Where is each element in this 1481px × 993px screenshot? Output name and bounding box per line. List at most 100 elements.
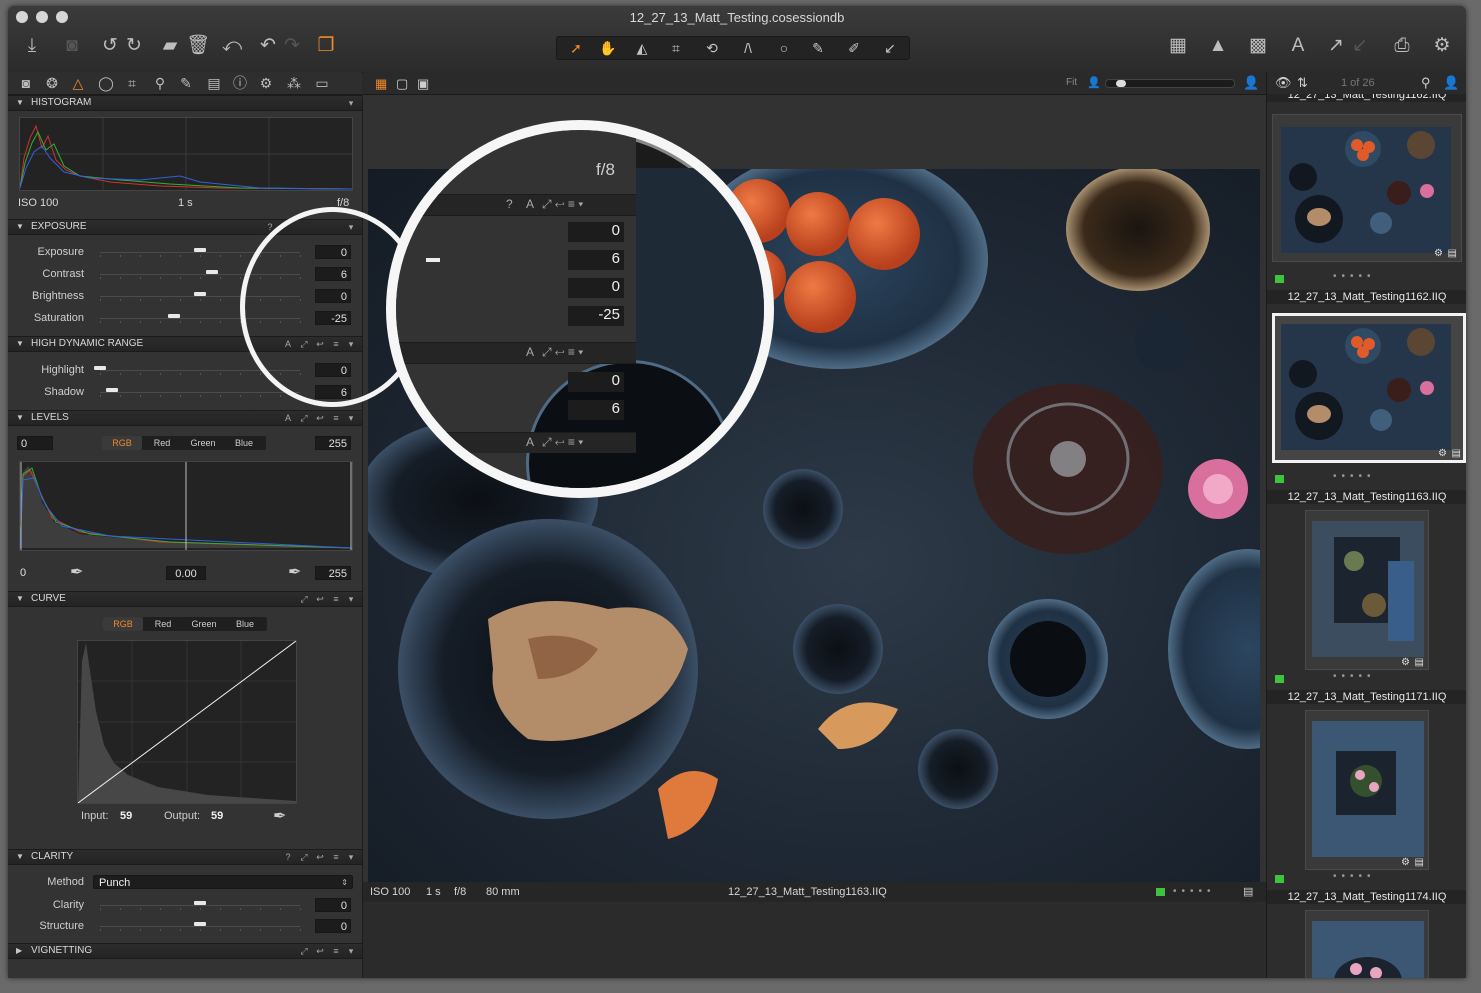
rotate-right-icon[interactable]: ↻ bbox=[122, 34, 146, 58]
clarity-slider[interactable] bbox=[100, 920, 301, 932]
search-icon[interactable]: ⚲ bbox=[1421, 75, 1431, 91]
vignetting-header[interactable]: ▶ VIGNETTING ⤢ ↩ ≡ ▾ bbox=[8, 943, 362, 959]
thumbnail-image[interactable] bbox=[1281, 127, 1451, 253]
curve-tab-green[interactable]: Green bbox=[183, 617, 225, 631]
levels-graph[interactable] bbox=[19, 461, 353, 551]
color-tab-icon[interactable]: ❂ bbox=[40, 72, 64, 94]
expand-icon[interactable]: ⤢ bbox=[298, 850, 310, 864]
thumb-color-tag[interactable] bbox=[1275, 675, 1284, 683]
expand-triangle-icon[interactable]: ▶ bbox=[16, 944, 22, 958]
stack-icon[interactable]: ❐ bbox=[314, 34, 338, 58]
curve-picker-icon[interactable]: ✒ bbox=[273, 806, 286, 826]
levels-midpoint[interactable]: 0.00 bbox=[166, 566, 206, 580]
thumbnail-card[interactable]: ⚙ ▤ bbox=[1272, 114, 1462, 262]
thumb-color-tag[interactable] bbox=[1275, 475, 1284, 483]
hdr-slider[interactable] bbox=[100, 386, 301, 398]
section-menu-icon[interactable]: ▾ bbox=[345, 96, 357, 110]
slider-thumb[interactable] bbox=[194, 901, 206, 905]
text-icon[interactable]: A bbox=[1286, 34, 1310, 58]
thumb-rating-dots[interactable]: ••••• bbox=[1333, 871, 1376, 882]
rating-dots[interactable]: ••••• bbox=[1173, 882, 1216, 902]
thumb-rating-dots[interactable]: ••••• bbox=[1333, 271, 1376, 282]
section-menu-icon[interactable]: ▾ bbox=[345, 592, 357, 606]
thumb-color-tag[interactable] bbox=[1275, 275, 1284, 283]
trash-icon[interactable]: 🗑 bbox=[186, 34, 210, 58]
thumb-color-tag[interactable] bbox=[1275, 875, 1284, 883]
curve-graph[interactable] bbox=[77, 640, 297, 804]
black-picker-icon[interactable]: ✒ bbox=[70, 562, 83, 582]
grid-icon[interactable]: ▦ bbox=[1166, 34, 1190, 58]
collapse-triangle-icon[interactable]: ▼ bbox=[16, 850, 24, 864]
levels-output-high[interactable]: 255 bbox=[315, 566, 351, 580]
white-picker-icon[interactable]: ✒ bbox=[288, 562, 301, 582]
picker-icon[interactable]: ↙ bbox=[875, 37, 905, 59]
collapse-triangle-icon[interactable]: ▼ bbox=[16, 96, 24, 110]
curve-tab-rgb[interactable]: RGB bbox=[103, 617, 143, 631]
thumb-settings-icon[interactable]: ⚙ bbox=[1434, 248, 1443, 259]
details-tab-icon[interactable]: ⚲ bbox=[148, 72, 172, 94]
slider-thumb[interactable] bbox=[168, 314, 180, 318]
crop-icon[interactable]: ⌗ bbox=[661, 37, 691, 59]
reset-icon[interactable]: ↩ bbox=[314, 944, 326, 958]
rotate-icon[interactable]: ⟲ bbox=[697, 37, 727, 59]
compare-view-icon[interactable]: ▣ bbox=[417, 76, 429, 92]
zoom-slider[interactable] bbox=[1105, 79, 1235, 88]
thumb-metadata-icon[interactable]: ▤ bbox=[1452, 448, 1461, 459]
slider-thumb[interactable] bbox=[194, 292, 206, 296]
section-menu-icon[interactable]: ▾ bbox=[345, 411, 357, 425]
levels-input-high[interactable]: 255 bbox=[315, 436, 351, 450]
keystone-icon[interactable]: /\ bbox=[733, 37, 763, 59]
section-menu-icon[interactable]: ▾ bbox=[345, 850, 357, 864]
expand-icon[interactable]: ⤢ bbox=[298, 411, 310, 425]
thumbnail-image[interactable] bbox=[1312, 721, 1424, 857]
lens-tab-icon[interactable]: ◯ bbox=[94, 72, 118, 94]
expand-icon[interactable]: ⤢ bbox=[298, 592, 310, 606]
slider-track[interactable] bbox=[100, 905, 300, 906]
multi-view-icon[interactable]: ▦ bbox=[375, 76, 387, 92]
export-icon[interactable]: ↗ bbox=[1324, 34, 1348, 58]
thumbnail-card[interactable] bbox=[1305, 910, 1429, 978]
local-adjust-tab-icon[interactable]: ✎ bbox=[174, 72, 198, 94]
folder-move-icon[interactable]: ▰ bbox=[158, 34, 182, 58]
levels-tab-red[interactable]: Red bbox=[142, 436, 182, 450]
presets-icon[interactable]: ≡ bbox=[330, 411, 342, 425]
section-menu-icon[interactable]: ▾ bbox=[345, 944, 357, 958]
warning-icon[interactable]: ▲ bbox=[1206, 34, 1230, 58]
clarity-value-field[interactable]: 0 bbox=[315, 919, 351, 933]
slider-thumb[interactable] bbox=[194, 922, 206, 926]
spot-icon[interactable]: ○ bbox=[769, 37, 799, 59]
single-view-icon[interactable]: ▢ bbox=[396, 76, 408, 92]
thumbnail-card-selected[interactable]: ⚙ ▤ bbox=[1272, 313, 1466, 463]
clarity-slider[interactable] bbox=[100, 899, 301, 911]
histogram-header[interactable]: ▼ HISTOGRAM ▾ bbox=[8, 95, 362, 111]
levels-header[interactable]: ▼ LEVELS A ⤢ ↩ ≡ ▾ bbox=[8, 410, 362, 426]
presets-icon[interactable]: ≡ bbox=[330, 850, 342, 864]
levels-output-low[interactable]: 0 bbox=[17, 566, 53, 580]
undo-all-icon[interactable]: ⤺ bbox=[220, 34, 244, 58]
thumbnail-image[interactable] bbox=[1281, 324, 1451, 450]
collapse-triangle-icon[interactable]: ▼ bbox=[16, 337, 24, 351]
camera-tab-icon[interactable]: ◙ bbox=[14, 72, 38, 94]
select-cursor-icon[interactable]: ➚ bbox=[561, 37, 591, 59]
eraser-icon[interactable]: ✐ bbox=[839, 37, 869, 59]
output-tab-icon[interactable]: ⚙ bbox=[254, 72, 278, 94]
auto-icon[interactable]: A bbox=[282, 411, 294, 425]
reset-icon[interactable]: ↩ bbox=[314, 850, 326, 864]
slider-thumb[interactable] bbox=[206, 270, 218, 274]
metadata-tab-icon[interactable]: ▤ bbox=[202, 72, 226, 94]
info-tab-icon[interactable]: ⓘ bbox=[228, 72, 252, 94]
thumb-metadata-icon[interactable]: ▤ bbox=[1415, 657, 1424, 668]
collapse-triangle-icon[interactable]: ▼ bbox=[16, 411, 24, 425]
thumb-metadata-icon[interactable]: ▤ bbox=[1448, 248, 1457, 259]
thumbnail-image[interactable] bbox=[1312, 521, 1424, 657]
collapse-triangle-icon[interactable]: ▼ bbox=[16, 592, 24, 606]
import-icon[interactable]: ⤓ bbox=[20, 34, 44, 58]
levels-tab-rgb[interactable]: RGB bbox=[102, 436, 142, 450]
thumb-settings-icon[interactable]: ⚙ bbox=[1401, 657, 1410, 668]
levels-tab-blue[interactable]: Blue bbox=[224, 436, 264, 450]
brush-icon[interactable]: ✎ bbox=[803, 37, 833, 59]
thumb-settings-icon[interactable]: ⚙ bbox=[1438, 448, 1447, 459]
thumb-metadata-icon[interactable]: ▤ bbox=[1415, 857, 1424, 868]
help-icon[interactable]: ? bbox=[282, 850, 294, 864]
levels-tab-green[interactable]: Green bbox=[182, 436, 224, 450]
